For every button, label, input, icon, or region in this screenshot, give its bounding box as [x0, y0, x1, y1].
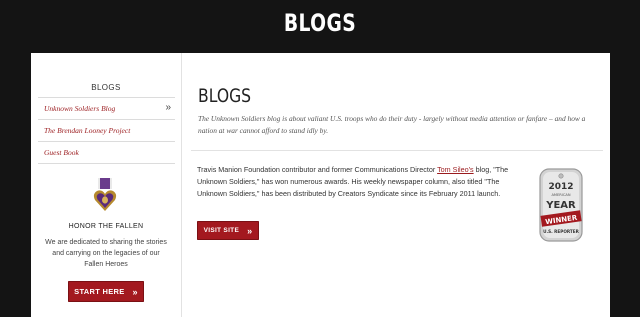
blog-description: Travis Manion Foundation contributor and… — [197, 164, 527, 200]
sidebar-item-label: Guest Book — [44, 148, 79, 157]
purple-heart-medal-icon — [93, 178, 117, 211]
start-here-label: START HERE — [74, 287, 125, 296]
page-title: BLOGS — [283, 9, 357, 37]
award-small-text: AMERICAN — [551, 193, 570, 197]
sidebar-item-brendan-looney-project[interactable]: The Brendan Looney Project — [38, 119, 175, 141]
sidebar-heading: BLOGS — [91, 83, 121, 92]
blog-intro: The Unknown Soldiers blog is about valia… — [198, 114, 586, 135]
double-chevron-right-icon: » — [165, 102, 171, 113]
start-here-button[interactable]: START HERE » — [68, 281, 144, 302]
award-reporter: U.S. REPORTER — [543, 229, 580, 234]
award-dogtag-image: 2012 AMERICAN YEAR WINNER U.S. REPORTER — [539, 168, 583, 242]
sidebar-item-unknown-soldiers-blog[interactable]: Unknown Soldiers Blog » — [38, 97, 175, 119]
visit-site-label: VISIT SITE — [203, 227, 240, 234]
sidebar-item-guest-book[interactable]: Guest Book — [38, 141, 175, 164]
honor-description: We are dedicated to sharing the stories … — [45, 239, 167, 268]
double-chevron-right-icon: » — [132, 286, 138, 297]
main-heading: BLOGS — [198, 85, 252, 107]
sidebar-nav: Unknown Soldiers Blog » The Brendan Loon… — [38, 97, 175, 164]
award-year-word: YEAR — [545, 200, 576, 211]
sidebar-item-label: The Brendan Looney Project — [44, 126, 131, 135]
award-year: 2012 — [548, 182, 573, 192]
sidebar: BLOGS Unknown Soldiers Blog » The Brenda… — [31, 53, 182, 317]
body-text-start: Travis Manion Foundation contributor and… — [197, 165, 438, 174]
divider — [191, 150, 603, 151]
visit-site-button[interactable]: VISIT SITE » — [197, 221, 259, 240]
honor-the-fallen-heading: HONOR THE FALLEN — [68, 223, 144, 230]
content-panel: BLOGS Unknown Soldiers Blog » The Brenda… — [31, 53, 610, 317]
double-chevron-right-icon: » — [247, 225, 253, 236]
tom-sileo-link[interactable]: Tom Sileo's — [437, 165, 474, 174]
sidebar-item-label: Unknown Soldiers Blog — [44, 104, 116, 113]
